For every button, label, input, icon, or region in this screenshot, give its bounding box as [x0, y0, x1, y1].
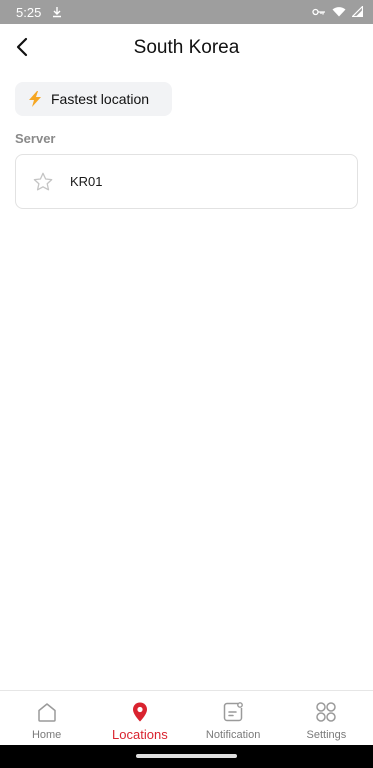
lightning-icon — [26, 90, 44, 108]
nav-item-locations[interactable]: Locations — [93, 691, 186, 746]
home-gesture-handle[interactable] — [136, 754, 237, 758]
server-name: KR01 — [70, 174, 103, 189]
grid-icon — [314, 700, 338, 724]
location-pin-icon — [128, 700, 152, 724]
nav-label-locations: Locations — [112, 727, 168, 742]
server-list: KR01 — [15, 154, 358, 209]
fastest-location-button[interactable]: Fastest location — [15, 82, 172, 116]
vpn-key-icon — [312, 5, 326, 20]
header: South Korea — [0, 24, 373, 74]
nav-label-home: Home — [31, 729, 62, 741]
page-title: South Korea — [133, 37, 240, 58]
nav-label-settings: Settings — [306, 729, 347, 741]
server-section-label: Server — [15, 131, 56, 146]
signal-icon — [351, 4, 364, 20]
download-icon — [51, 6, 63, 18]
nav-item-home[interactable]: Home — [0, 691, 93, 746]
nav-item-notification[interactable]: Notification — [187, 691, 280, 746]
status-time: 5:25 — [16, 4, 42, 20]
server-item-kr01[interactable]: KR01 — [15, 154, 358, 209]
star-icon[interactable] — [32, 171, 54, 193]
nav-item-settings[interactable]: Settings — [280, 691, 373, 746]
bottom-navigation: Home Locations Notification Settings — [0, 690, 373, 746]
notification-icon — [221, 700, 245, 724]
wifi-icon — [332, 5, 346, 20]
nav-label-notification: Notification — [205, 729, 261, 741]
fastest-location-label: Fastest location — [51, 91, 150, 107]
status-bar: 5:25 — [0, 0, 373, 24]
system-navigation-bar — [0, 745, 373, 768]
home-icon — [35, 700, 59, 724]
status-icons — [312, 4, 364, 20]
